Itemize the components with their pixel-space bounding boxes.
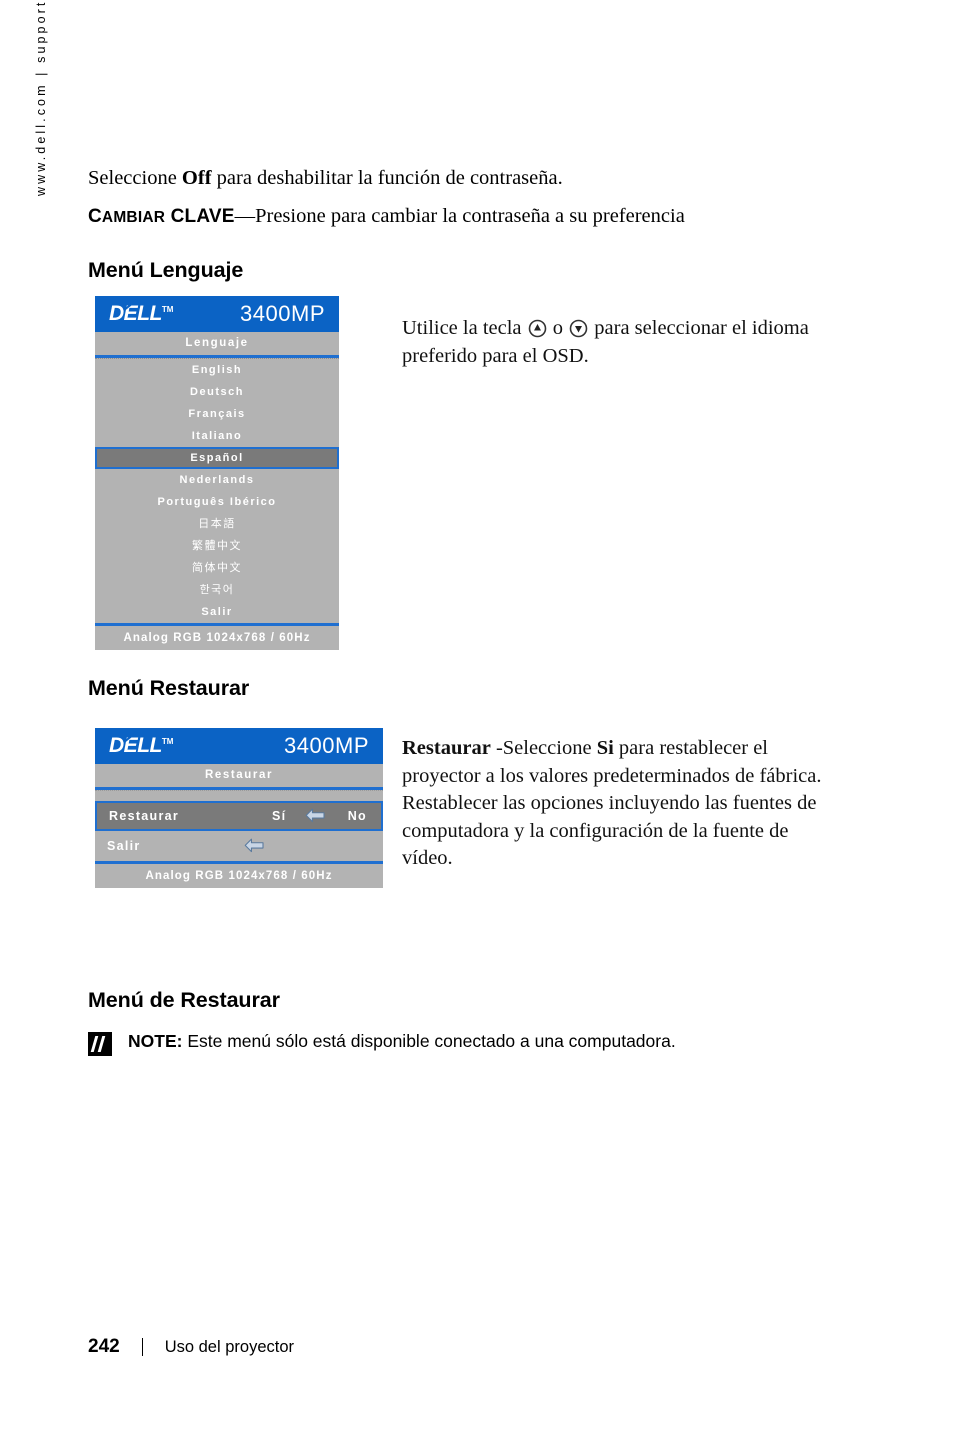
osd-restore-spacer: [95, 790, 383, 801]
intro-line-cambiar-clave: CAMBIAR CLAVE—Presione para cambiar la c…: [88, 203, 685, 231]
osd-language-item-list: English Deutsch Français Italiano Español Ned…: [95, 358, 339, 623]
language-option-row[interactable]: Nederlands: [95, 469, 339, 491]
osd-restore-model: 3400MP: [284, 733, 369, 758]
language-option-row[interactable]: 한국어: [95, 579, 339, 601]
dell-logo: DELLTM: [109, 734, 174, 757]
lang-text-part2: o: [547, 317, 569, 339]
cambiar-c: C: [88, 206, 102, 227]
language-option-row[interactable]: 日本語: [95, 513, 339, 535]
note-text: NOTE: Este menú sólo está disponible con…: [128, 1030, 676, 1053]
heading-menu-restaurar: Menú Restaurar: [88, 676, 250, 700]
language-option-label: Español: [190, 452, 244, 464]
language-option-row[interactable]: 简体中文: [95, 557, 339, 579]
cambiar-rest: AMBIAR: [101, 209, 166, 226]
osd-restore-row-salir[interactable]: Salir: [95, 831, 383, 861]
footer-page-number: 242: [88, 1336, 120, 1357]
osd-language-title: Lenguaje: [95, 332, 339, 358]
language-option-label: 한국어: [199, 583, 235, 596]
intro-line2-post: —Presione para cambiar la contraseña a s…: [234, 205, 685, 227]
restore-text-part1: -Seleccione: [490, 737, 597, 759]
restore-description-text: Restaurar -Seleccione Si para restablece…: [402, 735, 832, 873]
dell-tm: TM: [161, 737, 174, 746]
language-option-label: Português Ibérico: [157, 496, 277, 508]
restore-yes-option[interactable]: Sí: [272, 809, 286, 823]
osd-language-menu: DELLTM 3400MP Lenguaje English Deutsch Fra…: [95, 296, 339, 650]
osd-restore-header: DELLTM 3400MP: [95, 728, 383, 764]
intro-line1-pre: Seleccione: [88, 167, 182, 189]
salir-row-label: Salir: [107, 839, 141, 853]
dell-logo: DELLTM: [109, 302, 174, 325]
language-option-label: 繁體中文: [192, 539, 242, 552]
osd-language-model: 3400MP: [240, 301, 325, 326]
language-option-row[interactable]: Português Ibérico: [95, 491, 339, 513]
osd-language-status: Analog RGB 1024x768 / 60Hz: [95, 623, 339, 650]
page-footer: 242 Uso del proyector: [88, 1336, 294, 1358]
note-pencil-icon: [88, 1032, 112, 1056]
language-option-label: 日本語: [198, 517, 236, 530]
language-option-row[interactable]: 繁體中文: [95, 535, 339, 557]
language-option-label: Français: [188, 408, 246, 420]
dell-tm: TM: [161, 305, 174, 314]
language-option-label: English: [191, 364, 243, 376]
footer-divider: [141, 1338, 143, 1356]
language-option-row[interactable]: English: [95, 359, 339, 381]
intro-off-bold: Off: [181, 167, 212, 189]
restore-text-bold-si: Si: [596, 737, 614, 759]
lang-text-part1: Utilice la tecla: [402, 317, 527, 339]
intro-line1-post: para deshabilitar la función de contrase…: [211, 167, 563, 189]
language-option-row[interactable]: Español: [95, 447, 339, 469]
language-description-text: Utilice la tecla o para seleccionar el i…: [402, 315, 822, 370]
language-option-row[interactable]: Deutsch: [95, 381, 339, 403]
down-arrow-key-icon: [569, 319, 588, 338]
language-option-label: Nederlands: [179, 474, 255, 486]
enter-arrow-icon: [304, 807, 328, 826]
restore-no-option[interactable]: No: [348, 809, 367, 823]
intro-line-off: Seleccione Off para deshabilitar la func…: [88, 165, 563, 192]
osd-restore-status: Analog RGB 1024x768 / 60Hz: [95, 861, 383, 888]
language-option-row[interactable]: Italiano: [95, 425, 339, 447]
language-option-row[interactable]: Salir: [95, 601, 339, 623]
note-body: Este menú sólo está disponible conectado…: [182, 1031, 676, 1051]
language-option-row[interactable]: Français: [95, 403, 339, 425]
language-option-label: Salir: [201, 606, 233, 618]
note-label: NOTE:: [128, 1031, 183, 1051]
language-option-label: Deutsch: [190, 386, 244, 398]
up-arrow-key-icon: [528, 319, 547, 338]
footer-title: Uso del proyector: [164, 1338, 295, 1356]
language-option-label: Italiano: [191, 430, 243, 442]
restore-row-label: Restaurar: [109, 809, 180, 823]
side-url-text: www.dell.com | support.dell.com: [34, 0, 48, 196]
osd-restore-row-restaurar[interactable]: Restaurar Sí No: [95, 801, 383, 831]
enter-arrow-icon: [243, 837, 267, 856]
side-url-vertical: www.dell.com | support.dell.com: [34, 0, 62, 196]
osd-language-header: DELLTM 3400MP: [95, 296, 339, 332]
heading-menu-lenguaje: Menú Lenguaje: [88, 258, 244, 282]
osd-restore-title: Restaurar: [95, 764, 383, 790]
osd-restore-menu: DELLTM 3400MP Restaurar Restaurar Sí No …: [95, 728, 383, 888]
clave-word: CLAVE: [165, 206, 235, 227]
restore-text-bold-lead: Restaurar: [402, 737, 491, 759]
heading-menu-de-restaurar: Menú de Restaurar: [88, 988, 280, 1012]
note-block: NOTE: Este menú sólo está disponible con…: [88, 1030, 848, 1056]
language-option-label: 简体中文: [192, 561, 242, 574]
